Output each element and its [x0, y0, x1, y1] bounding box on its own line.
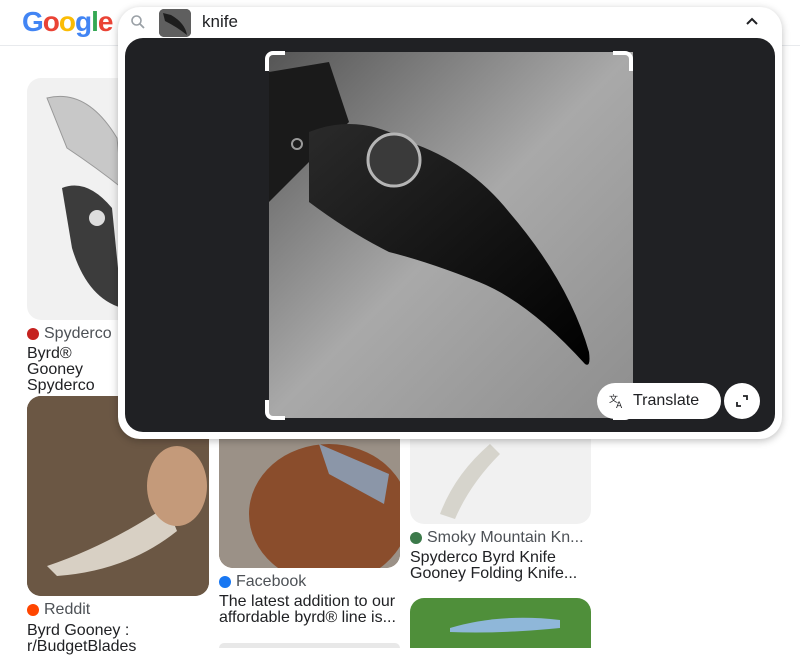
crop-handle-top-right[interactable] — [613, 51, 633, 71]
google-logo[interactable]: Google — [22, 6, 114, 38]
smoky-mountain-favicon-icon — [410, 532, 422, 544]
translate-icon: 文 A — [609, 393, 623, 409]
search-query-text[interactable]: knife — [202, 12, 238, 32]
result-card[interactable]: Facebook The latest addition to our affo… — [219, 434, 400, 648]
spyderco-favicon-icon — [27, 328, 39, 340]
expand-icon — [736, 395, 748, 407]
result-image[interactable] — [410, 598, 591, 648]
result-card[interactable] — [219, 643, 400, 648]
result-image[interactable] — [410, 434, 591, 524]
knife-thumbnail-icon — [159, 9, 191, 37]
chevron-up-icon[interactable] — [744, 13, 760, 29]
query-image-thumbnail[interactable] — [159, 9, 191, 37]
logo-letter: o — [42, 6, 60, 37]
search-icon[interactable] — [130, 14, 146, 30]
search-panel: knife 文 A Translate — [118, 7, 782, 439]
result-title[interactable]: Spyderco Byrd Knife Gooney Folding Knife… — [410, 550, 595, 582]
svg-text:A: A — [616, 401, 623, 409]
result-source-label: Spyderco — [44, 325, 112, 342]
logo-letter: g — [75, 6, 92, 37]
result-card[interactable]: Smoky Mountain Kn... Spyderco Byrd Knife… — [410, 434, 591, 584]
knife-thumbnail-icon — [219, 434, 400, 568]
result-title[interactable]: Byrd Gooney : r/BudgetBlades — [27, 623, 212, 655]
logo-letter: l — [91, 6, 99, 37]
logo-letter: G — [22, 6, 44, 37]
knife-photo-icon — [269, 52, 633, 418]
logo-letter: e — [97, 6, 114, 37]
crop-handle-bottom-left[interactable] — [265, 400, 285, 420]
result-card[interactable] — [410, 598, 591, 648]
result-image[interactable] — [219, 434, 400, 568]
crop-handle-top-left[interactable] — [265, 51, 285, 71]
result-source-label: Smoky Mountain Kn... — [427, 529, 584, 546]
fullscreen-button[interactable] — [724, 383, 760, 419]
result-source[interactable]: Facebook — [219, 573, 306, 591]
result-source[interactable]: Reddit — [27, 601, 90, 619]
knife-thumbnail-icon — [450, 617, 560, 633]
result-source[interactable]: Smoky Mountain Kn... — [410, 529, 584, 547]
translate-label: Translate — [633, 392, 700, 409]
result-source-label: Facebook — [236, 573, 307, 590]
result-image[interactable] — [219, 643, 400, 648]
query-image[interactable] — [269, 52, 633, 418]
result-title[interactable]: Byrd® Gooney Spyderco — [27, 346, 127, 394]
image-viewer: 文 A Translate — [125, 38, 775, 432]
logo-letter: o — [58, 6, 76, 37]
result-source-label: Reddit — [44, 601, 91, 618]
reddit-favicon-icon — [27, 604, 39, 616]
search-bar[interactable]: knife — [118, 7, 782, 37]
result-source[interactable]: Spyderco — [27, 325, 112, 343]
translate-button[interactable]: 文 A Translate — [597, 383, 721, 419]
knife-thumbnail-icon — [440, 444, 500, 519]
result-title[interactable]: The latest addition to our affordable by… — [219, 594, 400, 626]
facebook-favicon-icon — [219, 576, 231, 588]
